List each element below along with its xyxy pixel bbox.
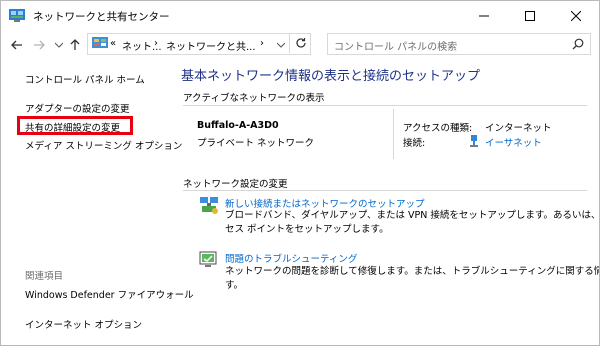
search-input[interactable]: コントロール パネルの検索 <box>327 33 591 55</box>
network-name: Buffalo-A-A3D0 <box>197 120 279 131</box>
ethernet-icon <box>470 135 478 147</box>
new-connection-icon <box>200 197 218 214</box>
divider <box>183 105 587 106</box>
back-button[interactable] <box>9 37 25 53</box>
recent-locations-button[interactable] <box>51 37 67 53</box>
troubleshoot-icon <box>199 251 217 267</box>
search-placeholder: コントロール パネルの検索 <box>334 42 458 53</box>
new-connection-link[interactable]: 新しい接続またはネットワークのセットアップ <box>225 196 425 210</box>
close-button[interactable] <box>553 1 599 31</box>
new-connection-description-line: ブロードバンド、ダイヤルアップ、または VPN 接続をセットアップします。あるい… <box>225 210 600 221</box>
internet-options-link[interactable]: インターネット オプション <box>25 317 142 331</box>
chevron-down-icon <box>55 42 63 48</box>
refresh-icon <box>296 38 306 48</box>
maximize-button[interactable] <box>507 1 553 31</box>
access-type-label: アクセスの種類: <box>403 123 473 134</box>
control-panel-icon <box>92 37 108 48</box>
window: ネットワークと共有センター « ネット... › ネットワークと共... › コ… <box>0 0 600 346</box>
troubleshoot-link[interactable]: 問題のトラブルシューティング <box>225 251 357 265</box>
windows-defender-firewall-link[interactable]: Windows Defender ファイアウォール <box>25 287 194 301</box>
troubleshoot-description-line: す。 <box>225 280 244 291</box>
new-connection-description-line: セス ポイントをセットアップします。 <box>225 224 389 235</box>
arrow-up-icon <box>70 39 80 50</box>
breadcrumb-separator[interactable]: › <box>154 38 158 49</box>
title-bar: ネットワークと共有センター <box>1 1 599 31</box>
highlight-box <box>17 116 133 135</box>
active-networks-heading: アクティブなネットワークの表示 <box>183 93 325 104</box>
up-button[interactable] <box>67 37 83 53</box>
related-heading: 関連項目 <box>25 271 64 282</box>
network-type: プライベート ネットワーク <box>197 138 315 149</box>
page-title: 基本ネットワーク情報の表示と接続のセットアップ <box>181 69 481 84</box>
minimize-button[interactable] <box>461 1 507 31</box>
refresh-button[interactable] <box>289 33 312 53</box>
search-icon[interactable] <box>572 38 584 50</box>
forward-button[interactable] <box>31 37 47 53</box>
navigation-bar: « ネット... › ネットワークと共... › コントロール パネルの検索 <box>1 31 599 59</box>
breadcrumb-item[interactable]: ネットワークと共... <box>166 38 256 53</box>
connections-label: 接続: <box>403 138 426 149</box>
arrow-right-icon <box>34 40 45 50</box>
access-type-value: インターネット <box>485 123 552 134</box>
troubleshoot-description-line: ネットワークの問題を診断して修復します。または、トラブルシューティングに関する情… <box>225 266 600 277</box>
breadcrumb-overflow[interactable]: « <box>110 38 116 49</box>
chevron-down-icon <box>277 42 285 48</box>
window-title: ネットワークと共有センター <box>33 11 170 23</box>
media-streaming-options-link[interactable]: メディア ストリーミング オプション <box>25 138 182 152</box>
divider <box>393 109 394 159</box>
divider <box>183 190 587 191</box>
breadcrumb-separator[interactable]: › <box>260 38 264 49</box>
ethernet-connection-link[interactable]: イーサネット <box>485 135 542 149</box>
close-icon <box>571 11 581 21</box>
minimize-icon <box>479 15 489 17</box>
change-settings-heading: ネットワーク設定の変更 <box>183 179 288 190</box>
network-center-icon <box>9 9 25 22</box>
arrow-left-icon <box>11 40 22 50</box>
change-adapter-settings-link[interactable]: アダプターの設定の変更 <box>25 101 130 115</box>
address-dropdown-button[interactable] <box>273 37 289 53</box>
control-panel-home-link[interactable]: コントロール パネル ホーム <box>25 72 145 86</box>
maximize-icon <box>525 11 535 21</box>
